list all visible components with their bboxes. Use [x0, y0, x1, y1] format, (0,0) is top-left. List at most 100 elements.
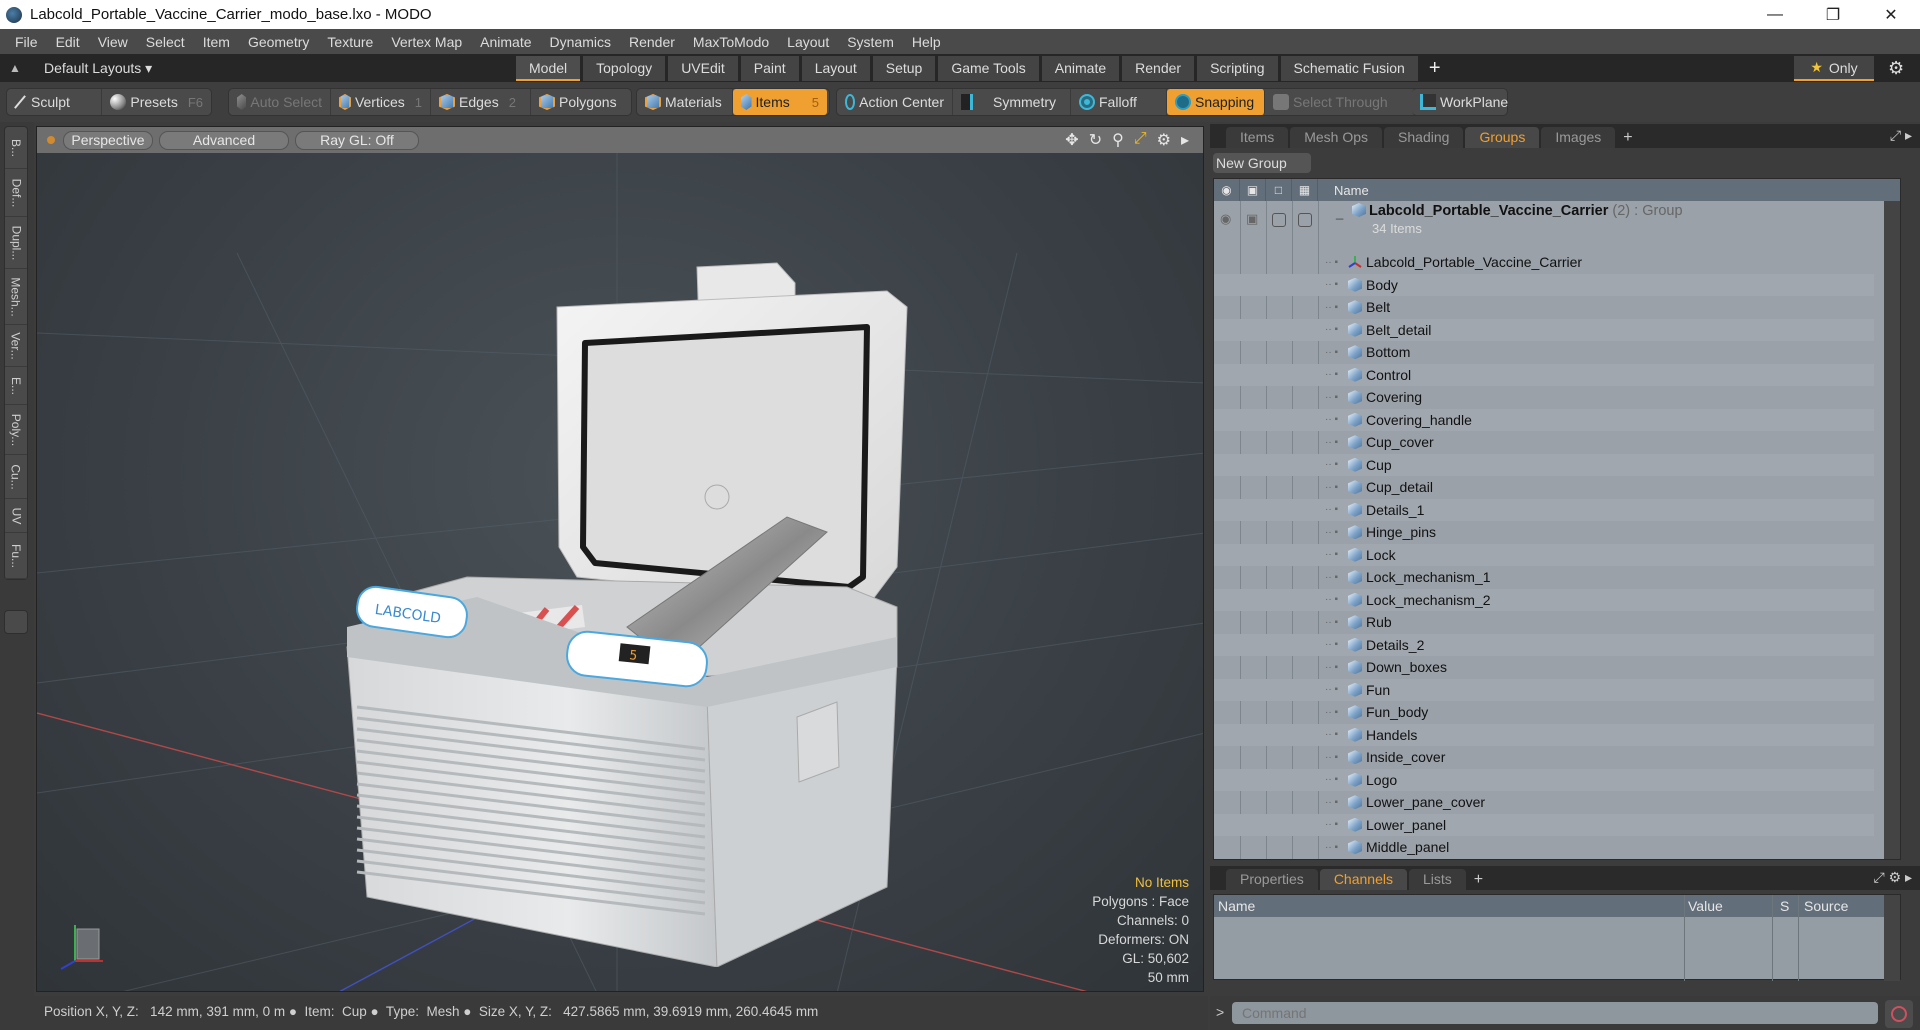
perspective-dropdown[interactable]: Perspective: [63, 130, 153, 150]
group-render-icon[interactable]: ▣: [1246, 211, 1258, 227]
group-item-row[interactable]: ·· ▪ Logo: [1214, 768, 1874, 791]
3d-viewport[interactable]: Perspective Advanced Ray GL: Off ✥ ↻ ⚲ ⤢…: [36, 126, 1204, 992]
group-item-row[interactable]: ·· ▪ Hinge_pins: [1214, 521, 1874, 544]
group-item-row[interactable]: ·· ▪ Lock_mechanism_2: [1214, 588, 1874, 611]
menu-dynamics[interactable]: Dynamics: [541, 34, 620, 50]
channels-col-s[interactable]: S: [1780, 898, 1789, 914]
name-column-header[interactable]: Name: [1318, 183, 1369, 198]
group-item-row[interactable]: ·· ▪ Cup: [1214, 453, 1874, 476]
group-item-row[interactable]: ·· ▪ Lower_pane_cover: [1214, 791, 1874, 814]
groups-tab-items[interactable]: Items: [1226, 127, 1289, 148]
default-layouts-dropdown[interactable]: Default Layouts ▾: [44, 60, 152, 77]
menu-render[interactable]: Render: [620, 34, 684, 50]
group-item-row[interactable]: ·· ▪ Details_2: [1214, 633, 1874, 656]
group-item-row[interactable]: ·· ▪ Cup_detail: [1214, 476, 1874, 499]
group-item-row[interactable]: ·· ▪ Fun: [1214, 678, 1874, 701]
workplane-button[interactable]: WorkPlane: [1412, 89, 1516, 115]
menu-file[interactable]: File: [6, 34, 47, 50]
items-button[interactable]: Items 5: [733, 89, 827, 115]
command-input[interactable]: [1232, 1002, 1878, 1024]
channels-tab-channels[interactable]: Channels: [1319, 869, 1407, 890]
group-item-row[interactable]: ·· ▪ Covering: [1214, 386, 1874, 409]
group-select-toggle[interactable]: [1298, 213, 1312, 227]
group-item-row[interactable]: ·· ▪ Belt: [1214, 296, 1874, 319]
left-tab-7[interactable]: Cu...: [5, 455, 27, 499]
group-item-row[interactable]: ·· ▪ Details_1: [1214, 498, 1874, 521]
layout-tab-game-tools[interactable]: Game Tools: [938, 56, 1039, 81]
group-item-row[interactable]: ·· ▪ Middle_panel: [1214, 836, 1874, 859]
channels-col-name[interactable]: Name: [1218, 898, 1255, 914]
layout-tab-scripting[interactable]: Scripting: [1197, 56, 1278, 81]
edges-button[interactable]: Edges 2: [431, 89, 531, 115]
groups-tab-shading[interactable]: Shading: [1384, 127, 1464, 148]
rotate-icon[interactable]: ↻: [1089, 130, 1102, 150]
groups-add-tab-button[interactable]: +: [1617, 127, 1638, 148]
viewport-settings-gear-icon[interactable]: ⚙: [1157, 130, 1171, 150]
zoom-icon[interactable]: ⚲: [1112, 130, 1124, 150]
group-lock-toggle[interactable]: [1272, 213, 1286, 227]
polygons-button[interactable]: Polygons: [531, 89, 625, 115]
layout-tab-layout[interactable]: Layout: [801, 56, 870, 81]
layout-tab-animate[interactable]: Animate: [1041, 56, 1120, 81]
group-item-row[interactable]: ·· ▪ Body: [1214, 273, 1874, 296]
group-item-row[interactable]: ·· ▪ Lock: [1214, 543, 1874, 566]
group-tree-scrollbar[interactable]: [1884, 201, 1900, 859]
layout-home-icon[interactable]: ▲: [0, 61, 30, 75]
groups-tab-images[interactable]: Images: [1541, 127, 1616, 148]
groups-tab-groups[interactable]: Groups: [1465, 127, 1540, 148]
group-item-row[interactable]: ·· ▪ Inside_cover: [1214, 746, 1874, 769]
menu-vertex-map[interactable]: Vertex Map: [382, 34, 471, 50]
presets-button[interactable]: Presets F6: [102, 89, 211, 115]
channels-col-source[interactable]: Source: [1804, 898, 1848, 914]
left-tab-8[interactable]: UV: [5, 499, 27, 533]
group-item-row[interactable]: ·· ▪ Cup_cover: [1214, 431, 1874, 454]
snapping-button[interactable]: Snapping: [1167, 89, 1265, 115]
group-item-row[interactable]: ·· ▪ Rub: [1214, 611, 1874, 634]
falloff-button[interactable]: Falloff: [1071, 89, 1167, 115]
channels-add-tab-button[interactable]: +: [1468, 869, 1489, 890]
menu-maxtomodo[interactable]: MaxToModo: [684, 34, 778, 50]
group-row[interactable]: ◉ ▣ _ Labcold_Portable_Vaccine_Carrier (…: [1214, 201, 1874, 241]
select-through-button[interactable]: Select Through: [1265, 89, 1397, 115]
menu-item[interactable]: Item: [194, 34, 239, 50]
left-tab-4[interactable]: Ver...: [5, 325, 27, 367]
close-button[interactable]: ✕: [1862, 0, 1920, 29]
only-button[interactable]: ★ Only: [1794, 56, 1874, 81]
group-item-row[interactable]: ·· ▪ Belt_detail: [1214, 318, 1874, 341]
symmetry-button[interactable]: Symmetry: [953, 89, 1071, 115]
menu-system[interactable]: System: [838, 34, 903, 50]
layout-tab-paint[interactable]: Paint: [740, 56, 799, 81]
group-item-row[interactable]: ·· ▪ Covering_handle: [1214, 408, 1874, 431]
group-collapse-icon[interactable]: _: [1336, 205, 1343, 220]
group-item-row[interactable]: ·· ▪ Control: [1214, 363, 1874, 386]
materials-button[interactable]: Materials: [637, 89, 733, 115]
fit-view-icon[interactable]: ⤢: [1134, 130, 1147, 150]
layout-tab-setup[interactable]: Setup: [872, 56, 936, 81]
channels-panel-controls-icon[interactable]: ⤢ ⚙ ▸: [1873, 869, 1912, 886]
render-column-camera-icon[interactable]: ▣: [1240, 179, 1266, 201]
left-tab-9[interactable]: Fu...: [5, 533, 27, 579]
restore-button[interactable]: ❐: [1804, 0, 1862, 29]
layout-settings-gear-icon[interactable]: ⚙: [1888, 58, 1904, 79]
group-item-row[interactable]: ·· ▪ Fun_body: [1214, 701, 1874, 724]
action-center-button[interactable]: Action Center: [837, 89, 953, 115]
channels-scrollbar[interactable]: [1884, 895, 1900, 981]
minimize-button[interactable]: —: [1746, 0, 1804, 29]
left-strip-extra-button[interactable]: [4, 610, 28, 634]
menu-help[interactable]: Help: [903, 34, 950, 50]
layout-tab-model[interactable]: Model: [516, 56, 581, 81]
left-tab-3[interactable]: Mesh...: [5, 269, 27, 325]
group-item-row[interactable]: ·· ▪ Handels: [1214, 723, 1874, 746]
left-tab-5[interactable]: E...: [5, 367, 27, 405]
left-tab-1[interactable]: Def...: [5, 169, 27, 217]
left-tab-6[interactable]: Poly...: [5, 405, 27, 455]
panel-expand-icon[interactable]: ⤢ ▸: [1890, 127, 1912, 144]
add-layout-tab-button[interactable]: +: [1421, 56, 1449, 81]
auto-select-button[interactable]: Auto Select: [229, 89, 331, 115]
channels-tab-properties[interactable]: Properties: [1226, 869, 1318, 890]
sculpt-button[interactable]: Sculpt: [7, 89, 103, 115]
shading-dropdown[interactable]: Advanced: [159, 130, 289, 150]
layout-tab-schematic-fusion[interactable]: Schematic Fusion: [1280, 56, 1418, 81]
groups-tab-mesh-ops[interactable]: Mesh Ops: [1290, 127, 1383, 148]
viewport-status-dot[interactable]: [47, 136, 55, 144]
